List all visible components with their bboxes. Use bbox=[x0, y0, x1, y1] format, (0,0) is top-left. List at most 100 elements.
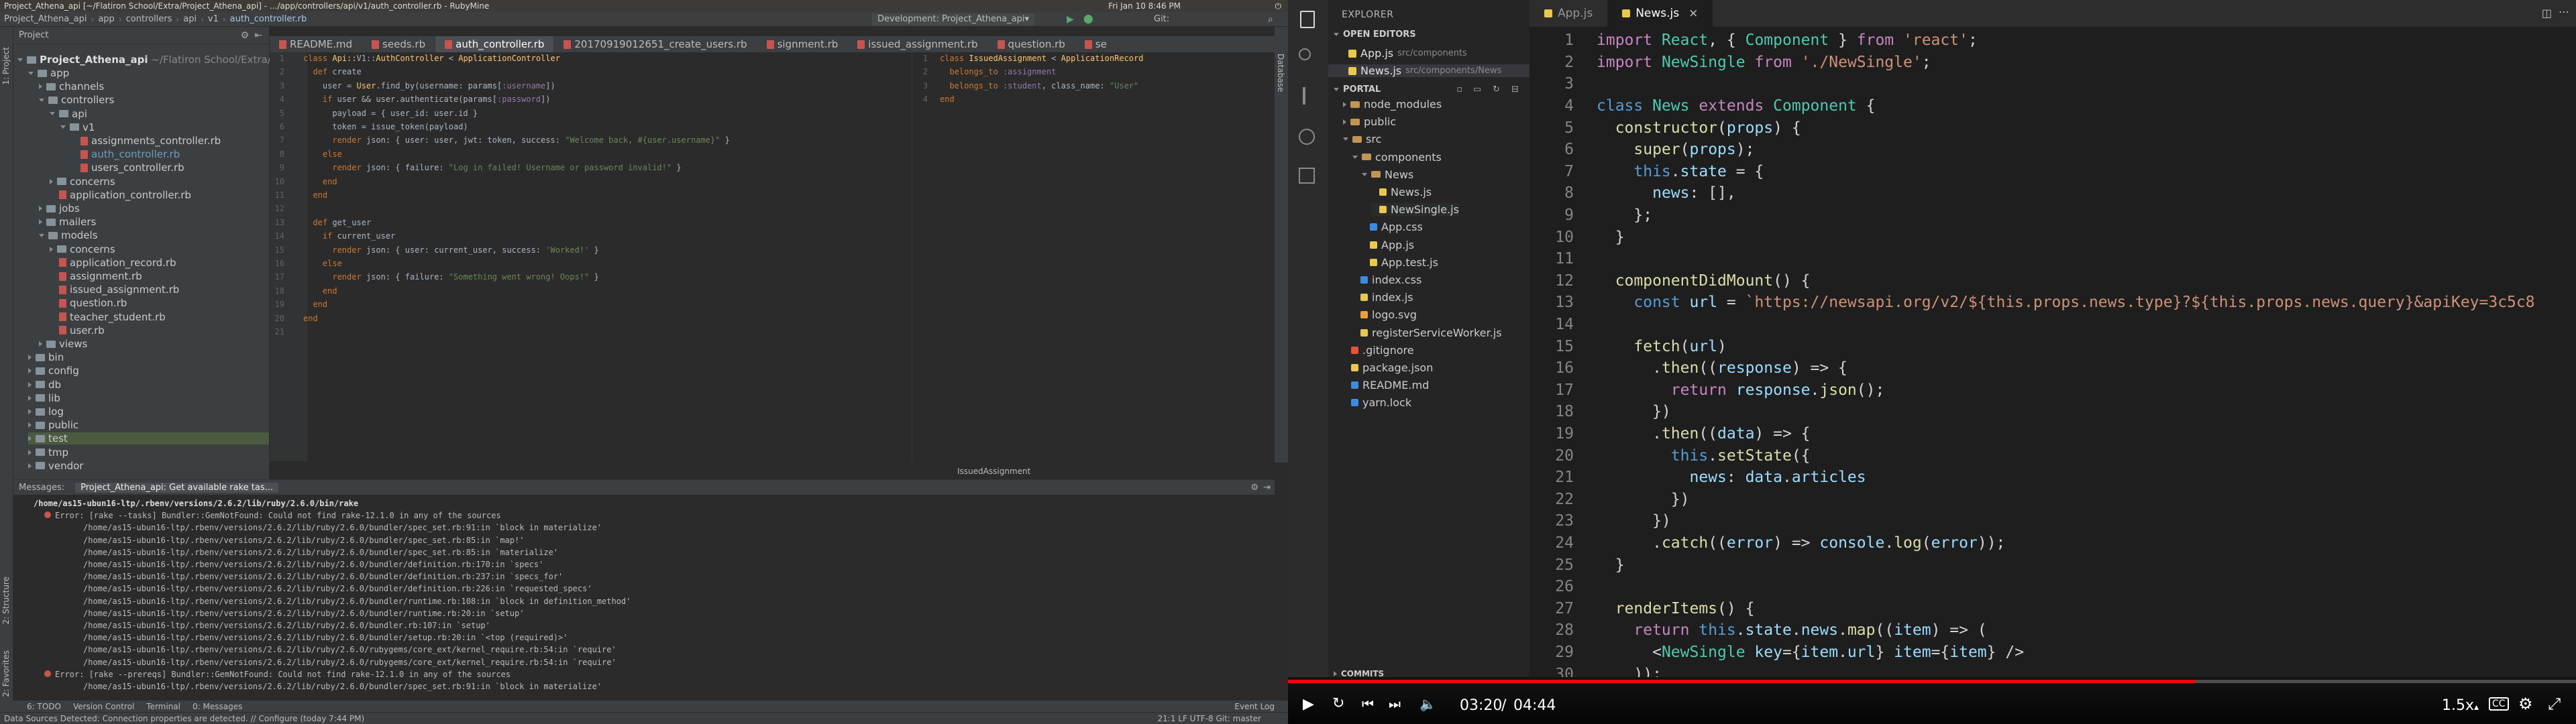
tree-folder[interactable]: lib bbox=[28, 392, 60, 404]
tree-folder[interactable]: jobs bbox=[39, 202, 80, 215]
side-tab-project[interactable]: 1: Project bbox=[1, 47, 11, 85]
tree-folder[interactable]: mailers bbox=[39, 216, 96, 228]
tree-folder[interactable]: vendor bbox=[28, 460, 83, 472]
explorer-folder[interactable]: src bbox=[1343, 133, 1381, 145]
explorer-file[interactable]: App.test.js bbox=[1362, 256, 1438, 269]
explorer-file[interactable]: yarn.lock bbox=[1343, 396, 1411, 409]
explorer-file[interactable]: NewSingle.js bbox=[1371, 203, 1459, 217]
source-control-icon[interactable] bbox=[1303, 87, 1305, 105]
tree-file[interactable]: auth_controller.rb bbox=[71, 148, 180, 160]
volume-icon[interactable]: 🔈 bbox=[1419, 696, 1436, 712]
message-line[interactable]: /home/as15-ubun16-ltp/.rbenv/versions/2.… bbox=[83, 560, 543, 572]
gear-icon[interactable]: ⚙ bbox=[1250, 483, 1258, 493]
breadcrumb-item[interactable]: auth_controller.rb bbox=[230, 14, 307, 24]
vscode-tab[interactable]: News.js × bbox=[1607, 0, 1713, 27]
bottom-tool-tab[interactable]: Terminal bbox=[146, 702, 180, 711]
tree-folder[interactable]: db bbox=[28, 379, 61, 391]
open-editor-item[interactable]: App.js src/components bbox=[1348, 47, 1467, 60]
tree-file[interactable]: issued_assignment.rb bbox=[50, 284, 179, 296]
explorer-folder[interactable]: News bbox=[1362, 168, 1413, 181]
explorer-file[interactable]: registerServiceWorker.js bbox=[1352, 326, 1502, 339]
message-line[interactable]: /home/as15-ubun16-ltp/.rbenv/versions/2.… bbox=[83, 597, 631, 609]
vscode-editor[interactable]: 1 import React, { Component } from 'react… bbox=[1529, 27, 2576, 677]
more-actions-icon[interactable]: ⋯ bbox=[2559, 5, 2569, 18]
new-folder-icon[interactable]: ▭ bbox=[1473, 84, 1481, 95]
messages-tab[interactable]: Project_Athena_api: Get available rake t… bbox=[75, 482, 279, 493]
editor-tab[interactable]: signment.rb bbox=[757, 36, 849, 52]
explorer-file[interactable]: App.css bbox=[1362, 221, 1423, 233]
breadcrumb-item[interactable]: api bbox=[183, 14, 197, 24]
collapse-icon[interactable]: ⇤ bbox=[254, 30, 262, 41]
message-line[interactable]: /home/as15-ubun16-ltp/.rbenv/versions/2.… bbox=[83, 621, 490, 633]
message-line[interactable]: /home/as15-ubun16-ltp/.rbenv/versions/2.… bbox=[83, 572, 563, 584]
tree-file[interactable]: assignment.rb bbox=[50, 270, 142, 282]
explorer-folder[interactable]: components bbox=[1352, 151, 1442, 164]
captions-icon[interactable]: CC bbox=[2489, 697, 2509, 711]
message-line[interactable]: /home/as15-ubun16-ltp/.rbenv/versions/2.… bbox=[83, 633, 568, 645]
explorer-folder[interactable]: public bbox=[1343, 115, 1396, 128]
tree-file[interactable]: application_controller.rb bbox=[50, 189, 191, 201]
message-line[interactable]: /home/as15-ubun16-ltp/.rbenv/versions/2.… bbox=[83, 584, 592, 596]
event-log-button[interactable]: Event Log bbox=[1234, 702, 1275, 711]
breadcrumb-item[interactable]: Project_Athena_api bbox=[4, 14, 87, 24]
explorer-file[interactable]: README.md bbox=[1343, 379, 1429, 391]
bottom-tool-tab[interactable]: Version Control bbox=[73, 702, 134, 711]
message-line[interactable]: /home/as15-ubun16-ltp/.rbenv/versions/2.… bbox=[83, 658, 616, 670]
message-line[interactable]: /home/as15-ubun16-ltp/.rbenv/versions/2.… bbox=[34, 499, 358, 511]
editor-tab[interactable]: se bbox=[1075, 36, 1117, 52]
explorer-file[interactable]: News.js bbox=[1371, 186, 1432, 198]
search-icon[interactable] bbox=[1299, 48, 1311, 60]
error-message[interactable]: Error: [rake --tasks] Bundler::GemNotFou… bbox=[44, 511, 501, 523]
explorer-file[interactable]: logo.svg bbox=[1352, 308, 1417, 321]
tree-folder[interactable]: controllers bbox=[39, 94, 114, 106]
refresh-icon[interactable]: ↻ bbox=[1493, 84, 1500, 95]
explorer-file[interactable]: index.js bbox=[1352, 291, 1413, 304]
tree-folder[interactable]: log bbox=[28, 406, 64, 418]
message-line[interactable]: /home/as15-ubun16-ltp/.rbenv/versions/2.… bbox=[83, 536, 524, 548]
tree-folder[interactable]: api bbox=[50, 108, 87, 120]
fullscreen-icon[interactable]: ⤢ bbox=[2548, 695, 2561, 713]
tree-folder[interactable]: tmp bbox=[28, 446, 68, 459]
bottom-tool-tab[interactable]: 6: TODO bbox=[27, 702, 61, 711]
new-file-icon[interactable]: ▫ bbox=[1456, 84, 1462, 95]
previous-icon[interactable]: ⏮ bbox=[1362, 696, 1374, 712]
project-view-label[interactable]: Project bbox=[19, 30, 48, 40]
tree-folder[interactable]: concerns bbox=[50, 176, 115, 188]
explorer-file[interactable]: package.json bbox=[1343, 361, 1433, 374]
speed-button[interactable]: 1.5x▴ bbox=[2442, 697, 2479, 714]
debug-icon[interactable] bbox=[1299, 129, 1315, 145]
open-editor-item[interactable]: News.js src/components/News bbox=[1328, 64, 1529, 77]
play-icon[interactable]: ▶ bbox=[1303, 696, 1314, 713]
message-line[interactable]: /home/as15-ubun16-ltp/.rbenv/versions/2.… bbox=[83, 645, 616, 657]
tree-folder[interactable]: app bbox=[28, 67, 69, 79]
split-editor-icon[interactable]: ◫ bbox=[2542, 7, 2552, 19]
editor-tab[interactable]: auth_controller.rb bbox=[435, 36, 555, 52]
tree-folder[interactable]: test bbox=[28, 432, 269, 445]
bottom-tool-tab[interactable]: 0: Messages bbox=[193, 702, 242, 711]
settings-icon[interactable]: ⚙ bbox=[2518, 695, 2533, 713]
editor-tab[interactable]: issued_assignment.rb bbox=[848, 36, 988, 52]
explorer-file[interactable]: index.css bbox=[1352, 274, 1421, 286]
status-message[interactable]: Data Sources Detected: Connection proper… bbox=[0, 714, 364, 723]
extensions-icon[interactable] bbox=[1299, 168, 1315, 184]
run-icon[interactable]: ▶ bbox=[1067, 14, 1074, 25]
tree-folder[interactable]: channels bbox=[39, 80, 104, 93]
tree-file[interactable]: teacher_student.rb bbox=[50, 311, 166, 323]
vscode-tab[interactable]: App.js bbox=[1529, 0, 1607, 27]
close-icon[interactable]: × bbox=[1688, 7, 1698, 20]
explorer-file[interactable]: .gitignore bbox=[1343, 344, 1414, 357]
tree-file[interactable]: users_controller.rb bbox=[71, 162, 184, 174]
editor-tab[interactable]: seeds.rb bbox=[362, 36, 436, 52]
message-line[interactable]: /home/as15-ubun16-ltp/.rbenv/versions/2.… bbox=[83, 682, 602, 694]
tree-root[interactable]: Project_Athena_api ~/Flatiron School/Ext… bbox=[17, 54, 281, 66]
breadcrumb-item[interactable]: v1 bbox=[208, 14, 219, 24]
message-line[interactable]: /home/as15-ubun16-ltp/.rbenv/versions/2.… bbox=[83, 609, 524, 621]
tree-file[interactable]: user.rb bbox=[50, 324, 105, 337]
side-tab-favorites[interactable]: 2: Favorites bbox=[1, 650, 11, 697]
tree-file[interactable]: question.rb bbox=[50, 297, 127, 309]
side-tab-database[interactable]: Database bbox=[1276, 54, 1285, 92]
progress-track[interactable] bbox=[1288, 680, 2576, 683]
power-icon[interactable]: ⏻ bbox=[1275, 1, 1282, 11]
message-line[interactable]: /home/as15-ubun16-ltp/.rbenv/versions/2.… bbox=[83, 523, 602, 535]
error-message[interactable]: Error: [rake --prereqs] Bundler::GemNotF… bbox=[44, 670, 511, 682]
